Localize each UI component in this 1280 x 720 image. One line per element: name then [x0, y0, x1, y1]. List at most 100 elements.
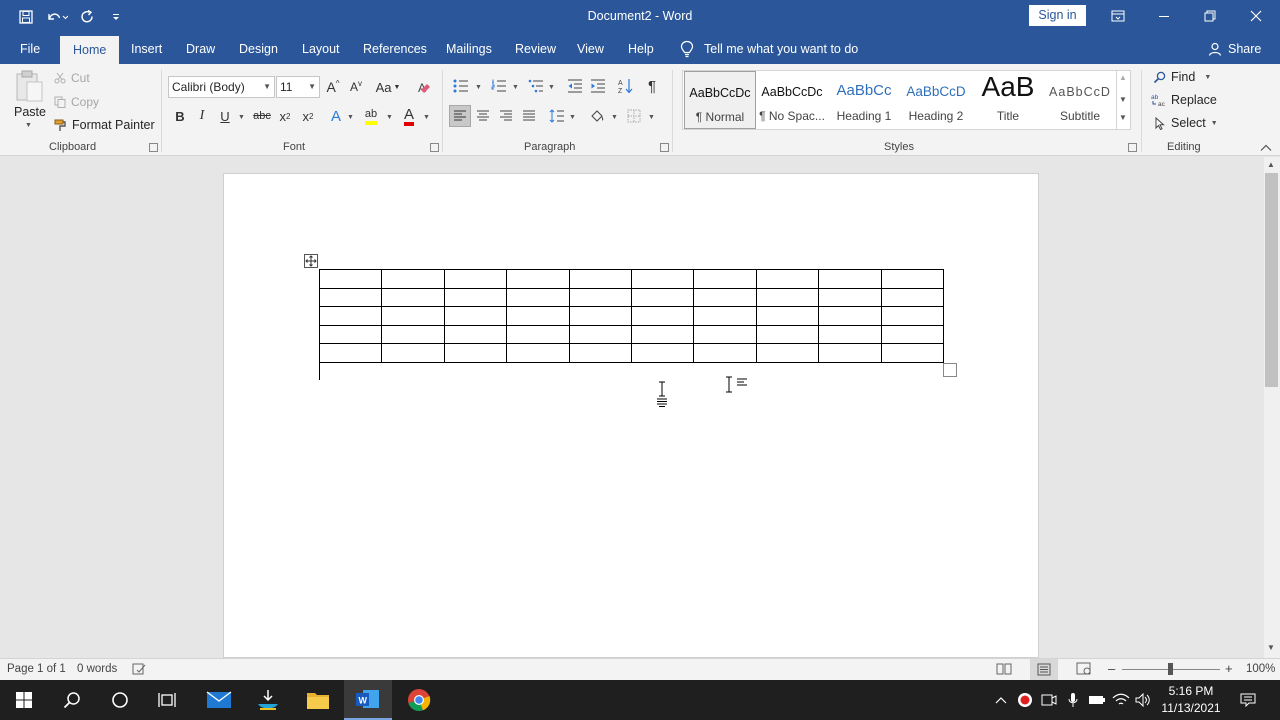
minimize-icon[interactable]	[1141, 0, 1187, 32]
gallery-scroll-down-icon[interactable]: ▼	[1119, 95, 1127, 104]
clear-formatting-button[interactable]: A	[413, 76, 435, 98]
record-icon[interactable]	[1014, 680, 1036, 720]
table-cell[interactable]	[506, 343, 570, 363]
show-formatting-marks-button[interactable]: ¶	[641, 75, 663, 97]
collapse-ribbon-icon[interactable]	[1259, 142, 1273, 154]
paste-icon[interactable]	[14, 68, 44, 104]
table-cell[interactable]	[318, 343, 383, 363]
shrink-font-button[interactable]: Av	[345, 76, 367, 98]
tab-draw[interactable]: Draw	[186, 34, 215, 64]
text-effects-button[interactable]: A	[325, 105, 347, 127]
read-mode-icon[interactable]	[996, 662, 1012, 679]
highlight-button[interactable]: ab	[360, 105, 382, 127]
table-cell[interactable]	[818, 269, 882, 289]
gallery-scroll-up-icon[interactable]: ▲	[1119, 73, 1127, 82]
table-cell[interactable]	[506, 306, 570, 326]
line-spacing-button[interactable]	[546, 105, 568, 127]
table-cell[interactable]	[381, 269, 445, 289]
table-cell[interactable]	[568, 324, 632, 345]
table-cell[interactable]	[318, 324, 383, 345]
grow-font-button[interactable]: A ^	[322, 76, 344, 98]
table-cell[interactable]	[381, 324, 445, 345]
bold-button[interactable]: B	[169, 105, 191, 127]
tell-me-search[interactable]: Tell me what you want to do	[680, 34, 858, 64]
change-case-button[interactable]: Aa ▼	[373, 76, 403, 98]
sign-in-button[interactable]: Sign in	[1029, 5, 1086, 26]
close-icon[interactable]	[1233, 0, 1279, 32]
bullets-button[interactable]	[450, 75, 472, 97]
format-painter-button[interactable]: Format Painter	[54, 118, 155, 132]
tab-review[interactable]: Review	[515, 34, 556, 64]
align-center-button[interactable]	[472, 105, 494, 127]
table-cell[interactable]	[693, 343, 757, 363]
superscript-button[interactable]: x2	[297, 105, 319, 127]
zoom-out-icon[interactable]: –	[1108, 661, 1115, 676]
multilevel-dropdown-icon[interactable]: ▼	[548, 84, 555, 91]
sort-button[interactable]: AZ	[615, 75, 637, 97]
table-cell[interactable]	[880, 306, 944, 326]
table-cell[interactable]	[318, 287, 383, 308]
table-cell[interactable]	[755, 306, 820, 326]
style-title[interactable]: AaB Title	[972, 71, 1044, 129]
style-heading-1[interactable]: AaBbCc Heading 1	[828, 71, 900, 129]
table-cell[interactable]	[568, 287, 632, 308]
highlight-dropdown-icon[interactable]: ▼	[386, 114, 393, 121]
table-cell[interactable]	[818, 306, 882, 326]
line-spacing-dropdown-icon[interactable]: ▼	[569, 114, 576, 121]
table-cell[interactable]	[506, 269, 570, 289]
table-cell[interactable]	[568, 306, 632, 326]
table-cell[interactable]	[443, 287, 508, 308]
shading-dropdown-icon[interactable]: ▼	[611, 114, 618, 121]
tab-insert[interactable]: Insert	[131, 34, 162, 64]
font-color-dropdown-icon[interactable]: ▼	[423, 114, 430, 121]
increase-indent-button[interactable]	[587, 75, 609, 97]
table-cell[interactable]	[818, 324, 882, 345]
tab-design[interactable]: Design	[239, 34, 278, 64]
microphone-icon[interactable]	[1062, 680, 1084, 720]
share-button[interactable]: Share	[1208, 34, 1261, 64]
word-taskbar-icon[interactable]: W	[344, 680, 392, 720]
strikethrough-button[interactable]: abc	[251, 105, 273, 127]
proofing-icon[interactable]	[132, 663, 146, 678]
cortana-icon[interactable]	[96, 680, 144, 720]
table-cell[interactable]	[880, 287, 944, 308]
find-button[interactable]: Find ▼	[1153, 70, 1211, 84]
tab-home[interactable]: Home	[60, 36, 120, 64]
table-cell[interactable]	[630, 324, 695, 345]
table-cell[interactable]	[506, 287, 570, 308]
web-layout-icon[interactable]	[1076, 662, 1092, 679]
store-app-icon[interactable]	[244, 680, 292, 720]
cut-button[interactable]: Cut	[54, 71, 90, 85]
table-cell[interactable]	[755, 343, 820, 363]
notifications-icon[interactable]	[1236, 680, 1260, 720]
clipboard-launcher-icon[interactable]	[149, 143, 158, 152]
taskbar-clock[interactable]: 5:16 PM 11/13/2021	[1150, 683, 1232, 717]
style-no-spacing[interactable]: AaBbCcDc ¶ No Spac...	[756, 71, 828, 129]
print-layout-icon[interactable]	[1030, 659, 1058, 680]
ribbon-display-options-icon[interactable]	[1095, 0, 1141, 32]
task-view-icon[interactable]	[144, 680, 192, 720]
underline-button[interactable]: U	[214, 105, 236, 127]
document-page[interactable]	[223, 173, 1039, 658]
table-cell[interactable]	[630, 269, 695, 289]
font-family-select[interactable]: Calibri (Body) ▼	[168, 76, 275, 98]
align-left-button[interactable]	[449, 105, 471, 127]
tab-mailings[interactable]: Mailings	[446, 34, 492, 64]
paragraph-launcher-icon[interactable]	[660, 143, 669, 152]
wifi-icon[interactable]	[1110, 680, 1132, 720]
gallery-more-icon[interactable]: ▼	[1119, 113, 1127, 122]
text-effects-dropdown-icon[interactable]: ▼	[347, 114, 354, 121]
table-cell[interactable]	[880, 343, 944, 363]
font-launcher-icon[interactable]	[430, 143, 439, 152]
table-cell[interactable]	[880, 269, 944, 289]
table-cell[interactable]	[818, 287, 882, 308]
table-cell[interactable]	[693, 269, 757, 289]
restore-icon[interactable]	[1187, 0, 1233, 32]
scrollbar-thumb[interactable]	[1265, 173, 1278, 387]
table-cell[interactable]	[880, 324, 944, 345]
select-button[interactable]: Select ▼	[1154, 116, 1218, 130]
justify-button[interactable]	[518, 105, 540, 127]
paste-button[interactable]: Paste	[14, 105, 46, 119]
windows-start-icon[interactable]	[0, 680, 48, 720]
bullets-dropdown-icon[interactable]: ▼	[475, 84, 482, 91]
